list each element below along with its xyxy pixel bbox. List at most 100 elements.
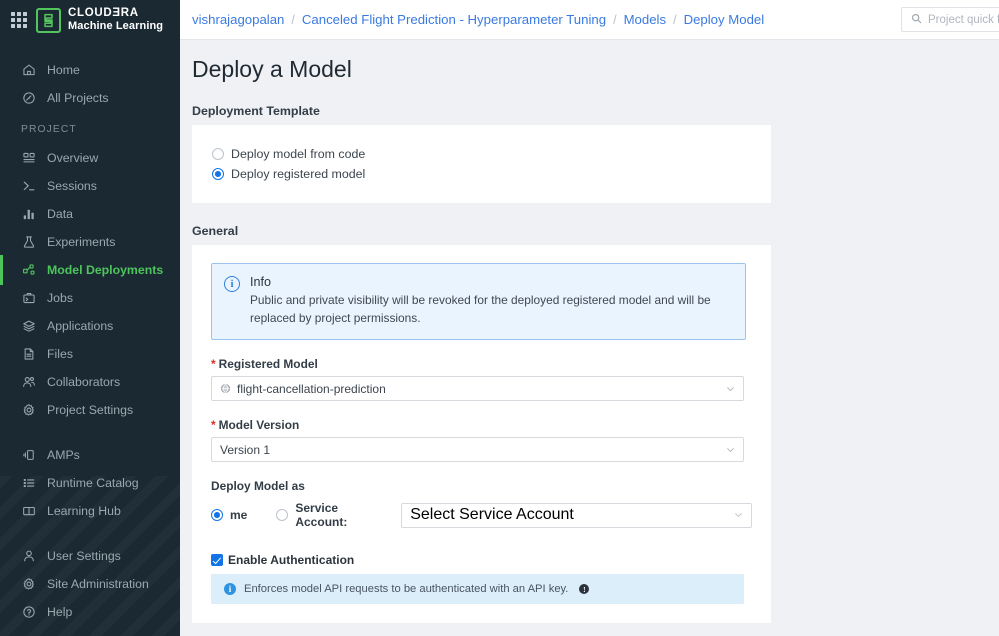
radio-option-deploy-registered-model[interactable]: Deploy registered model bbox=[212, 164, 771, 184]
model-version-field: *Model Version Version 1 bbox=[211, 418, 752, 462]
page-content: Deploy a Model Deployment Template Deplo… bbox=[180, 40, 999, 636]
radio-deploy-registered-model[interactable] bbox=[212, 168, 224, 180]
radio-service-account[interactable] bbox=[276, 509, 288, 521]
breadcrumb-item-deploy-model[interactable]: Deploy Model bbox=[684, 12, 765, 27]
project-quick-find[interactable]: Project quick find bbox=[901, 7, 999, 32]
sidebar-item-label: AMPs bbox=[47, 448, 80, 462]
enable-authentication-label[interactable]: Enable Authentication bbox=[228, 553, 354, 567]
sidebar-item-jobs[interactable]: Jobs bbox=[0, 284, 180, 312]
sidebar-item-label: Data bbox=[47, 207, 73, 221]
question-circle-icon bbox=[21, 605, 36, 620]
sidebar-item-home[interactable]: Home bbox=[0, 56, 180, 84]
sidebar-item-runtime-catalog[interactable]: Runtime Catalog bbox=[0, 469, 180, 497]
authentication-note-text: Enforces model API requests to be authen… bbox=[244, 583, 568, 595]
section-label-general: General bbox=[192, 224, 999, 238]
sidebar-item-learning-hub[interactable]: Learning Hub bbox=[0, 497, 180, 525]
terminal-icon bbox=[21, 179, 36, 194]
label-text: Model Version bbox=[219, 418, 300, 432]
sidebar-item-model-deployments[interactable]: Model Deployments bbox=[0, 256, 180, 284]
overview-icon bbox=[21, 151, 36, 166]
sidebar-item-files[interactable]: Files bbox=[0, 340, 180, 368]
sidebar-item-label: Files bbox=[47, 347, 73, 361]
app-root: CLOUDƎRA Machine Learning Home bbox=[0, 0, 999, 636]
model-version-label: *Model Version bbox=[211, 418, 752, 432]
breadcrumb-separator: / bbox=[613, 13, 616, 27]
deploy-model-as-row: me Service Account: Select Service Accou… bbox=[211, 501, 752, 529]
registered-model-value: flight-cancellation-prediction bbox=[237, 382, 386, 396]
sidebar-item-site-administration[interactable]: Site Administration bbox=[0, 570, 180, 598]
sidebar-item-user-settings[interactable]: User Settings bbox=[0, 542, 180, 570]
sidebar-nav: Home All Projects PROJECT bbox=[0, 40, 180, 626]
bar-chart-icon bbox=[21, 207, 36, 222]
search-placeholder: Project quick find bbox=[928, 14, 999, 26]
sidebar-item-label: Experiments bbox=[47, 235, 115, 249]
brand-logo[interactable]: CLOUDƎRA Machine Learning bbox=[36, 7, 163, 32]
info-icon: i bbox=[224, 276, 240, 292]
breadcrumb-item-user[interactable]: vishrajagopalan bbox=[192, 12, 284, 27]
app-switcher-icon[interactable] bbox=[11, 12, 27, 28]
radio-label[interactable]: Deploy registered model bbox=[231, 167, 365, 181]
sidebar-item-label: Sessions bbox=[47, 179, 97, 193]
registered-model-field: *Registered Model flight-cancellation-pr… bbox=[211, 357, 752, 401]
chevron-down-icon[interactable] bbox=[734, 511, 743, 520]
book-icon bbox=[21, 504, 36, 519]
sidebar-item-sessions[interactable]: Sessions bbox=[0, 172, 180, 200]
sidebar-item-all-projects[interactable]: All Projects bbox=[0, 84, 180, 112]
registered-model-select[interactable]: flight-cancellation-prediction bbox=[211, 376, 744, 401]
model-version-select[interactable]: Version 1 bbox=[211, 437, 744, 462]
deploy-model-as-field: Deploy Model as me Service Account: Sele… bbox=[211, 479, 752, 529]
radio-option-me[interactable]: me bbox=[211, 508, 247, 522]
sidebar: CLOUDƎRA Machine Learning Home bbox=[0, 0, 180, 636]
gear-icon bbox=[21, 577, 36, 592]
sidebar-item-label: All Projects bbox=[47, 91, 109, 105]
sidebar-item-amps[interactable]: AMPs bbox=[0, 441, 180, 469]
sidebar-item-label: Collaborators bbox=[47, 375, 120, 389]
sidebar-item-label: Home bbox=[47, 63, 80, 77]
sidebar-item-overview[interactable]: Overview bbox=[0, 144, 180, 172]
general-card: i Info Public and private visibility wil… bbox=[192, 245, 771, 623]
sidebar-item-data[interactable]: Data bbox=[0, 200, 180, 228]
sidebar-item-project-settings[interactable]: Project Settings bbox=[0, 396, 180, 424]
brand-line-1: CLOUDƎRA bbox=[68, 7, 163, 20]
cloudera-logo-icon bbox=[36, 8, 61, 33]
enable-authentication-row[interactable]: Enable Authentication bbox=[211, 553, 752, 567]
file-icon bbox=[21, 347, 36, 362]
sidebar-divider-tools bbox=[0, 424, 180, 441]
info-callout: i Info Public and private visibility wil… bbox=[211, 263, 746, 340]
chevron-down-icon[interactable] bbox=[726, 445, 735, 454]
radio-me[interactable] bbox=[211, 509, 223, 521]
radio-label[interactable]: Service Account: bbox=[295, 501, 387, 529]
radio-label[interactable]: me bbox=[230, 508, 247, 522]
model-version-value: Version 1 bbox=[220, 443, 270, 457]
registered-model-label: *Registered Model bbox=[211, 357, 752, 371]
breadcrumb: vishrajagopalan / Canceled Flight Predic… bbox=[192, 12, 764, 27]
info-body: Public and private visibility will be re… bbox=[250, 292, 732, 327]
topbar: vishrajagopalan / Canceled Flight Predic… bbox=[180, 0, 999, 40]
home-icon bbox=[21, 63, 36, 78]
info-icon: i bbox=[224, 583, 236, 595]
radio-option-deploy-from-code[interactable]: Deploy model from code bbox=[212, 144, 771, 164]
chevron-down-icon[interactable] bbox=[726, 384, 735, 393]
brand-line-2: Machine Learning bbox=[68, 20, 163, 32]
sidebar-item-collaborators[interactable]: Collaborators bbox=[0, 368, 180, 396]
sidebar-item-experiments[interactable]: Experiments bbox=[0, 228, 180, 256]
amp-icon bbox=[21, 448, 36, 463]
sidebar-item-label: User Settings bbox=[47, 549, 121, 563]
info-title: Info bbox=[250, 275, 732, 289]
sidebar-item-label: Site Administration bbox=[47, 577, 149, 591]
authentication-note: i Enforces model API requests to be auth… bbox=[211, 574, 744, 604]
breadcrumb-item-models[interactable]: Models bbox=[624, 12, 667, 27]
sidebar-section-project: PROJECT bbox=[0, 124, 180, 135]
sidebar-item-label: Project Settings bbox=[47, 403, 133, 417]
sidebar-item-help[interactable]: Help bbox=[0, 598, 180, 626]
breadcrumb-item-project[interactable]: Canceled Flight Prediction - Hyperparame… bbox=[302, 12, 606, 27]
service-account-select[interactable]: Select Service Account bbox=[401, 503, 752, 528]
radio-option-service-account[interactable]: Service Account: bbox=[276, 501, 387, 529]
main-area: vishrajagopalan / Canceled Flight Predic… bbox=[180, 0, 999, 636]
required-asterisk: * bbox=[211, 418, 216, 432]
radio-deploy-from-code[interactable] bbox=[212, 148, 224, 160]
sidebar-item-applications[interactable]: Applications bbox=[0, 312, 180, 340]
help-icon[interactable]: ! bbox=[579, 584, 589, 594]
enable-authentication-checkbox[interactable] bbox=[211, 554, 223, 566]
radio-label[interactable]: Deploy model from code bbox=[231, 147, 365, 161]
